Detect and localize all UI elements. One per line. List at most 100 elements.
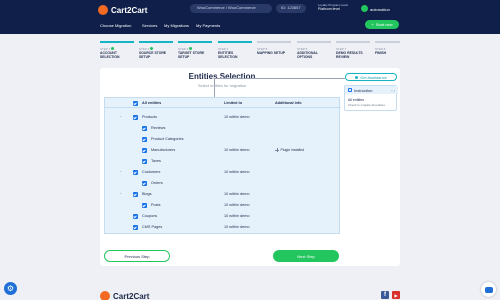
table-row: ⌄ Customers 10 within demo [105,167,341,177]
entity-checkbox[interactable] [142,203,147,208]
table-row: Posts 10 within demo [105,200,341,210]
entity-label: CMS Pages [142,225,163,229]
header-limited-to: Limited to [224,101,243,105]
entity-limit: 10 within demo [224,170,250,174]
entity-checkbox[interactable] [133,192,138,197]
entity-checkbox[interactable] [142,181,147,186]
entity-checkbox[interactable] [133,225,138,230]
user-name[interactable]: automation [370,7,390,12]
header-additional-info: Additional info [275,101,302,105]
step-2[interactable]: STEP 2 SOURCE STORE SETUP [139,41,173,59]
assist-connector [214,78,345,79]
step-name: ENTITIES SELECTION [218,50,238,59]
instruction-icon [348,88,352,92]
assistance-icon [355,75,359,79]
plugin-status: Plugin installed [280,148,305,152]
step-6: STEP 6 ADDITIONAL OPTIONS [297,41,331,59]
top-header: Cart2Cart WooCommerce / WooCommerce ID: … [0,0,500,34]
step-7: STEP 7 DEMO RESULTS REVIEW [336,41,370,59]
entity-label: Manufacturers [151,148,176,152]
youtube-icon[interactable]: ▶ [392,291,400,299]
step-name: FINISH [375,50,387,55]
check-icon [111,47,115,51]
loyalty-value: Platinum level [318,7,340,11]
table-row: Reviews [105,123,341,133]
nav-my-migrations[interactable]: My Migrations [164,23,189,28]
entity-checkbox[interactable] [133,214,138,219]
plugin-icon [275,148,279,152]
instruction-title: Instruction [354,88,373,93]
instruction-panel: Instruction ‹ › All entities Check to mi… [344,85,398,111]
entity-label: Orders [151,181,163,185]
expand-chevron-icon[interactable]: ⌄ [119,169,122,173]
step-progress: STEP 1 ACCOUNT SELECTION STEP 2 SOURCE S… [100,41,400,65]
chat-icon[interactable] [481,282,496,297]
entity-checkbox[interactable] [142,137,147,142]
entity-checkbox[interactable] [142,148,147,153]
entity-limit: 10 within demo [224,214,250,218]
expand-chevron-icon[interactable]: ⌄ [119,191,122,195]
entity-limit: 10 within demo [224,225,250,229]
step-name: DEMO RESULTS REVIEW [336,50,363,59]
table-row: Coupons 10 within demo [105,211,341,221]
instruction-text: Check to migrate all entities [348,103,385,107]
entity-label: Product Categories [151,137,184,141]
entity-checkbox[interactable] [133,115,138,120]
table-row: Taxes [105,156,341,166]
table-row: Manufacturers 10 within demo Plugin instal… [105,145,341,155]
start-new-label: Start new [375,22,393,27]
store-pair: WooCommerce / WooCommerce [197,5,256,10]
step-name: MAPPING SETUP [257,50,286,55]
footer-logo[interactable]: Cart2Cart [100,291,149,300]
entity-label: Customers [142,170,161,174]
entity-label: Posts [151,203,161,207]
step-5: STEP 5 MAPPING SETUP [257,41,291,55]
entity-label: Products [142,115,157,119]
table-row: CMS Pages 10 within demo [105,222,341,232]
entity-checkbox[interactable] [133,170,138,175]
nav-choose-migration[interactable]: Choose Migration [100,23,131,28]
step-name: ACCOUNT SELECTION [100,50,120,59]
chat-bubble-icon [484,286,493,293]
previous-step-button[interactable]: Previous Step [104,250,170,262]
step-name: SOURCE STORE SETUP [139,50,167,59]
table-row: ⌄ Blogs 10 within demo [105,189,341,199]
instruction-nav-arrows[interactable]: ‹ › [391,88,395,93]
get-assistance-button[interactable]: Get Assistance [345,73,397,81]
entity-label: Coupons [142,214,158,218]
entity-checkbox[interactable] [142,159,147,164]
select-all-checkbox[interactable] [133,101,138,106]
page-subtitle: Select entities for migration [197,83,247,88]
nav-services[interactable]: Services [142,23,157,28]
facebook-icon[interactable]: f [381,291,389,299]
assistance-label: Get Assistance [360,74,387,80]
user-avatar[interactable] [361,5,368,12]
footer-logo-text: Cart2Cart [113,291,150,300]
expand-chevron-icon[interactable]: ⌄ [119,114,122,118]
entities-table: All entities Limited to Additional info … [104,97,341,234]
step-3[interactable]: STEP 3 TARGET STORE SETUP [178,41,212,59]
header-all-entities: All entities [142,101,162,105]
entity-label: Reviews [151,126,166,130]
nav-my-payments[interactable]: My Payments [196,23,220,28]
step-1[interactable]: STEP 1 ACCOUNT SELECTION [100,41,134,59]
entity-checkbox[interactable] [142,126,147,131]
start-new-button[interactable]: + Start new [365,20,399,29]
step-8: STEP 8 FINISH [375,41,400,55]
check-icon [150,47,154,51]
check-icon [189,47,193,51]
logo-icon [100,291,110,300]
plus-icon: + [371,22,374,27]
instruction-header: Instruction ‹ › [345,86,398,94]
assist-connector-vertical [214,78,215,97]
entity-limit: 10 within demo [224,203,250,207]
settings-gear-icon[interactable]: ⚙ [4,282,17,295]
next-step-button[interactable]: Next Step [273,250,339,262]
entity-limit: 10 within demo [224,192,250,196]
step-name: TARGET STORE SETUP [178,50,205,59]
cart2cart-logo[interactable]: Cart2Cart [98,4,147,16]
step-4[interactable]: STEP 4 ENTITIES SELECTION [218,41,252,59]
table-row: Product Categories [105,134,341,144]
logo-text: Cart2Cart [111,5,148,15]
entity-limit: 10 within demo [224,115,250,119]
